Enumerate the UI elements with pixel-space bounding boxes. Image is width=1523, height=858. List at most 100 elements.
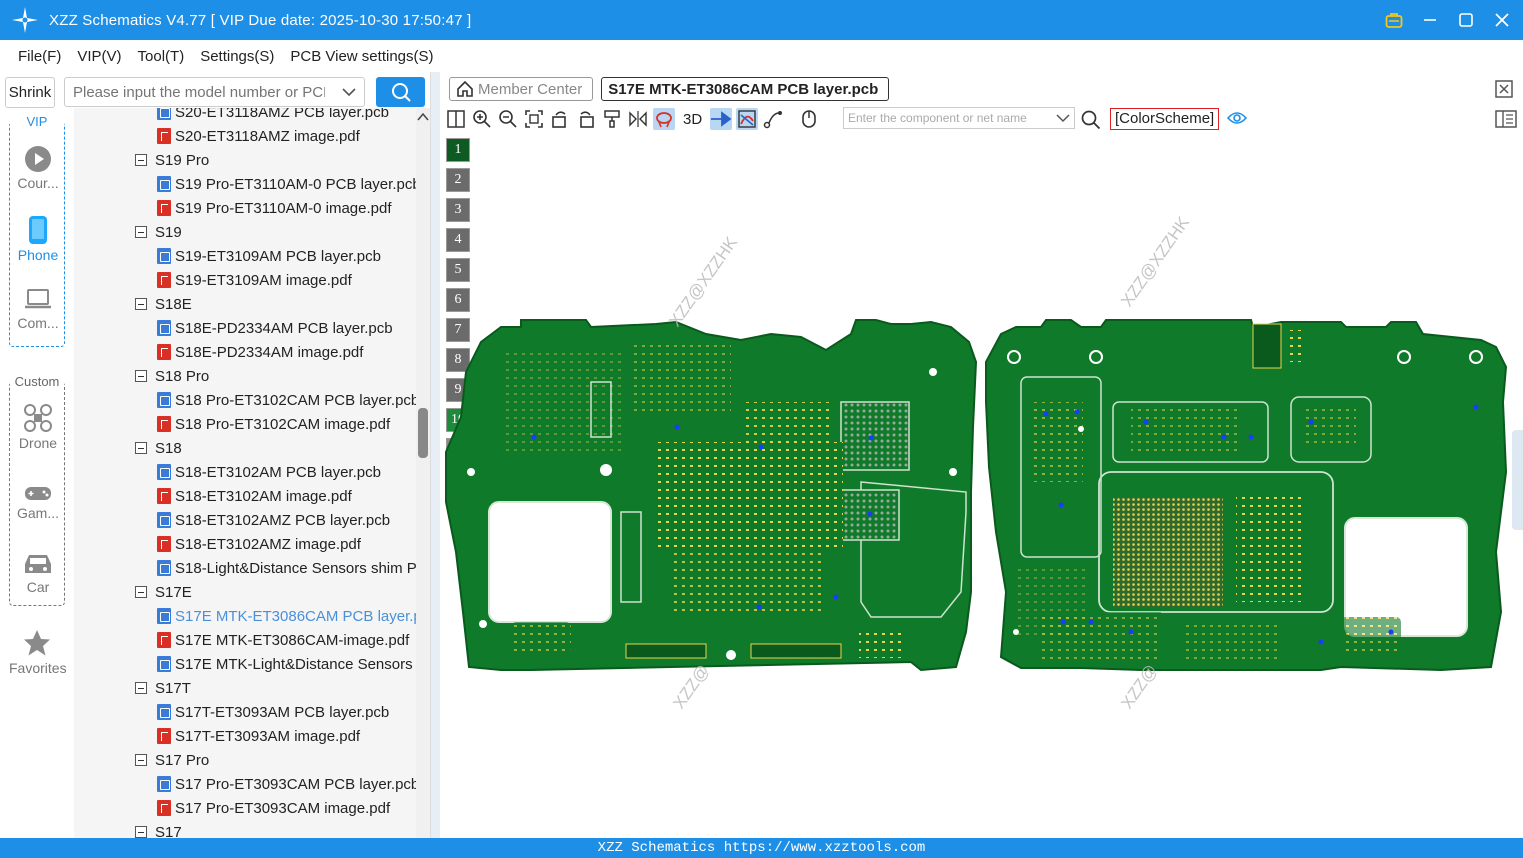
nav-drone-label: Drone xyxy=(18,435,58,451)
tree-file-row[interactable]: S19-ET3109AM PCB layer.pcb xyxy=(74,244,414,268)
tree-file-row[interactable]: S17T-ET3093AM image.pdf xyxy=(74,724,414,748)
tree-group-row[interactable]: S17E xyxy=(74,580,414,604)
nav-car[interactable]: Car xyxy=(10,551,66,595)
collapse-toggle-icon[interactable] xyxy=(135,298,147,310)
menu-bar: File(F) VIP(V) Tool(T) Settings(S) PCB V… xyxy=(0,40,1523,72)
tree-row-label: S17E xyxy=(155,583,192,601)
nav-favorites-label: Favorites xyxy=(9,660,67,676)
menu-tool[interactable]: Tool(T) xyxy=(138,48,185,65)
collapse-toggle-icon[interactable] xyxy=(135,370,147,382)
collapse-toggle-icon[interactable] xyxy=(135,826,147,838)
menu-file[interactable]: File(F) xyxy=(18,48,61,65)
tree-group-row[interactable]: S18 xyxy=(74,436,414,460)
pcb-board-canvas[interactable] xyxy=(441,72,1523,838)
scroll-up-icon[interactable] xyxy=(417,112,429,122)
tree-row-label: S17T xyxy=(155,679,191,697)
tree-group-row[interactable]: S18 Pro xyxy=(74,364,414,388)
pcb-file-icon xyxy=(157,560,171,576)
tree-file-row[interactable]: S18-ET3102AM image.pdf xyxy=(74,484,414,508)
window-title: XZZ Schematics V4.77 [ VIP Due date: 202… xyxy=(49,11,472,29)
search-button[interactable] xyxy=(376,77,425,107)
shrink-button[interactable]: Shrink xyxy=(5,76,55,108)
tree-file-row[interactable]: S17E MTK-ET3086CAM-image.pdf xyxy=(74,628,414,652)
tree-group-row[interactable]: S17 xyxy=(74,820,414,838)
tree-file-row[interactable]: S18 Pro-ET3102CAM image.pdf xyxy=(74,412,414,436)
app-logo-icon xyxy=(12,7,38,33)
tree-scrollbar-thumb[interactable] xyxy=(418,408,428,458)
collapse-toggle-icon[interactable] xyxy=(135,154,147,166)
tree-row-label: S20-ET3118AMZ image.pdf xyxy=(175,127,360,145)
pcb-file-icon xyxy=(157,512,171,528)
pdf-file-icon xyxy=(157,632,171,648)
tree-file-row[interactable]: S19-ET3109AM image.pdf xyxy=(74,268,414,292)
nav-computer-label: Com... xyxy=(17,315,59,331)
close-button[interactable] xyxy=(1491,9,1513,31)
tree-group-row[interactable]: S17 Pro xyxy=(74,748,414,772)
tree-file-row[interactable]: S18E-PD2334AM PCB layer.pcb xyxy=(74,316,414,340)
pcb-viewer: Member Center S17E MTK-ET3086CAM PCB lay… xyxy=(441,72,1523,838)
pcb-file-icon xyxy=(157,248,171,264)
custom-group-title: Custom xyxy=(10,374,64,389)
tree-file-row[interactable]: S19 Pro-ET3110AM-0 image.pdf xyxy=(74,196,414,220)
nav-car-label: Car xyxy=(26,579,50,595)
tree-file-row[interactable]: S18E-PD2334AM image.pdf xyxy=(74,340,414,364)
tree-file-row[interactable]: S19 Pro-ET3110AM-0 PCB layer.pcb xyxy=(74,172,421,196)
chevron-down-icon[interactable] xyxy=(342,84,356,100)
nav-favorites[interactable]: Favorites xyxy=(9,628,67,676)
tree-file-row[interactable]: S18-Light&Distance Sensors shim PCB xyxy=(74,556,430,580)
tree-file-row[interactable]: S17 Pro-ET3093CAM PCB layer.pcb xyxy=(74,772,419,796)
tree-file-row[interactable]: S20-ET3118AMZ image.pdf xyxy=(74,124,414,148)
pdf-file-icon xyxy=(157,800,171,816)
tree-group-row[interactable]: S19 xyxy=(74,220,414,244)
pdf-file-icon xyxy=(157,344,171,360)
tree-file-row[interactable]: S17T-ET3093AM PCB layer.pcb xyxy=(74,700,414,724)
nav-games-label: Gam... xyxy=(16,505,59,521)
laptop-icon xyxy=(25,289,51,309)
tree-row-label: S18-ET3102AMZ PCB layer.pcb xyxy=(175,511,391,529)
pcb-file-icon xyxy=(157,656,171,672)
tree-file-row[interactable]: S18-ET3102AMZ image.pdf xyxy=(74,532,414,556)
tree-row-label: S20-ET3118AMZ PCB layer.pcb xyxy=(175,108,389,121)
nav-drone[interactable]: Drone xyxy=(10,403,66,451)
tree-file-row[interactable]: S17E MTK-ET3086CAM PCB layer.pcb xyxy=(74,604,430,628)
tree-file-row[interactable]: S18-ET3102AM PCB layer.pcb xyxy=(74,460,414,484)
minimize-button[interactable] xyxy=(1419,9,1441,31)
model-search-input[interactable] xyxy=(65,78,325,106)
tree-row-label: S18-ET3102AMZ image.pdf xyxy=(175,535,361,553)
nav-computer[interactable]: Com... xyxy=(10,285,66,331)
tree-row-label: S18 xyxy=(155,439,182,457)
menu-pcb-view-settings[interactable]: PCB View settings(S) xyxy=(290,48,433,65)
pcb-file-icon xyxy=(157,108,171,120)
collapse-toggle-icon[interactable] xyxy=(135,586,147,598)
menu-vip[interactable]: VIP(V) xyxy=(77,48,121,65)
tree-group-row[interactable]: S17T xyxy=(74,676,414,700)
collapse-toggle-icon[interactable] xyxy=(135,226,147,238)
vip-bag-icon[interactable] xyxy=(1383,9,1405,31)
tree-row-label: S18 Pro-ET3102CAM image.pdf xyxy=(175,415,391,433)
tree-file-row[interactable]: S17E MTK-Light&Distance Sensors xyxy=(74,652,414,676)
panel-splitter[interactable] xyxy=(430,72,440,838)
phone-icon xyxy=(29,216,47,244)
menu-settings[interactable]: Settings(S) xyxy=(200,48,274,65)
title-bar: XZZ Schematics V4.77 [ VIP Due date: 202… xyxy=(0,0,1523,40)
tree-file-row[interactable]: S17 Pro-ET3093CAM image.pdf xyxy=(74,796,414,820)
collapse-toggle-icon[interactable] xyxy=(135,754,147,766)
nav-games[interactable]: Gam... xyxy=(10,483,66,521)
tree-file-row[interactable]: S18 Pro-ET3102CAM PCB layer.pcb xyxy=(74,388,419,412)
search-icon xyxy=(391,83,411,102)
model-search-field[interactable] xyxy=(64,77,365,107)
collapse-toggle-icon[interactable] xyxy=(135,442,147,454)
tree-scrollbar[interactable] xyxy=(416,108,430,838)
tree-group-row[interactable]: S18E xyxy=(74,292,414,316)
tree-row-label: S17 Pro-ET3093CAM PCB layer.pcb xyxy=(175,775,420,793)
tree-row-label: S18E-PD2334AM PCB layer.pcb xyxy=(175,319,393,337)
collapse-toggle-icon[interactable] xyxy=(135,682,147,694)
tree-file-row[interactable]: S20-ET3118AMZ PCB layer.pcb xyxy=(74,108,414,124)
tree-file-row[interactable]: S18-ET3102AMZ PCB layer.pcb xyxy=(74,508,414,532)
tree-group-row[interactable]: S19 Pro xyxy=(74,148,414,172)
maximize-button[interactable] xyxy=(1455,9,1477,31)
nav-phone[interactable]: Phone xyxy=(10,215,66,263)
right-panel-handle[interactable] xyxy=(1512,430,1523,530)
tree-row-label: S17E MTK-ET3086CAM PCB layer.pcb xyxy=(175,607,430,625)
nav-courses[interactable]: Cour... xyxy=(10,145,66,191)
